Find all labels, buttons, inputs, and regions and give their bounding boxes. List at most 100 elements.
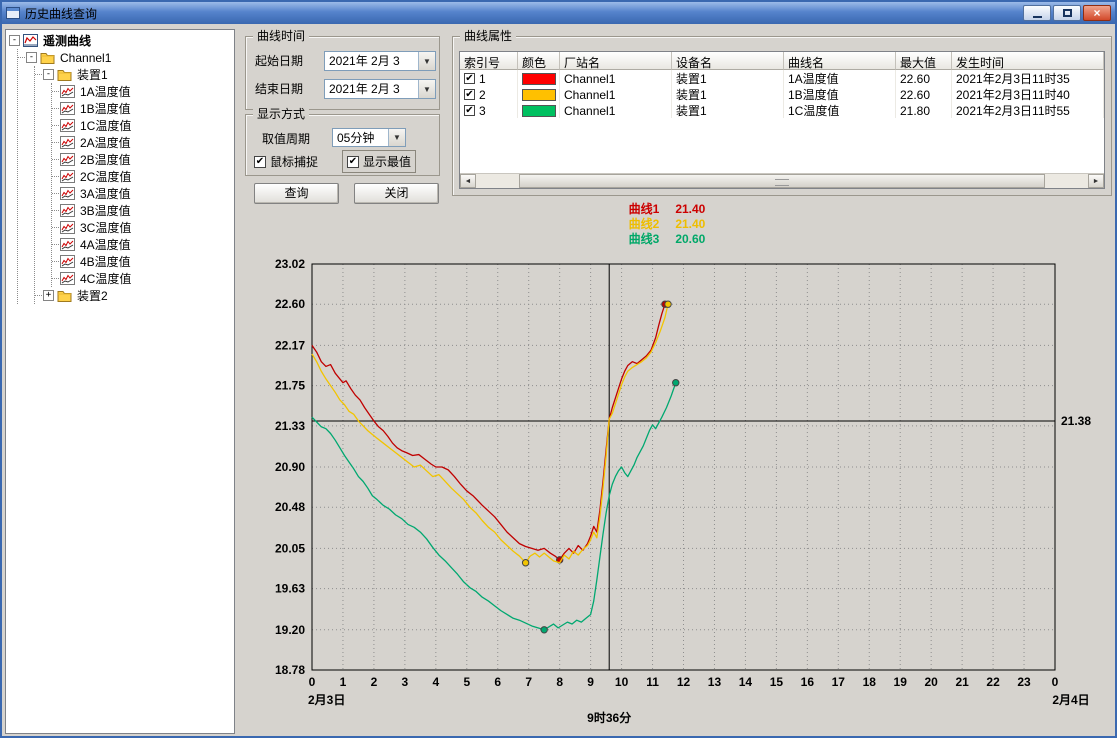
- row-index: 3: [479, 104, 486, 118]
- period-label: 取值周期: [262, 132, 310, 146]
- column-header-6[interactable]: 最大值: [896, 52, 952, 70]
- row-cell: 2021年2月3日11时40: [952, 86, 1104, 102]
- history-chart[interactable]: 18.7819.2019.6320.0520.4820.9021.3321.75…: [242, 252, 1114, 726]
- period-select[interactable]: 05分钟 ▼: [332, 128, 406, 147]
- checkbox-icon[interactable]: ✔: [347, 156, 359, 168]
- scrollbar-track[interactable]: [476, 174, 1088, 188]
- scroll-left-icon[interactable]: ◄: [460, 174, 476, 188]
- scroll-right-icon[interactable]: ►: [1088, 174, 1104, 188]
- expand-icon[interactable]: +: [43, 290, 54, 301]
- column-header-4[interactable]: 设备名: [672, 52, 784, 70]
- svg-text:14: 14: [739, 675, 753, 689]
- tree-item-Channel1[interactable]: - Channel1: [26, 49, 234, 66]
- column-header-3[interactable]: 厂站名: [560, 52, 672, 70]
- curve-icon: [60, 238, 75, 251]
- table-row[interactable]: ✔3Channel1装置11C温度值21.802021年2月3日11时55: [460, 102, 1104, 118]
- chevron-down-icon[interactable]: ▼: [418, 80, 435, 98]
- tree-item-装置1[interactable]: -装置1: [43, 66, 234, 83]
- tree-item-1A温度值[interactable]: 1A温度值: [60, 83, 234, 100]
- legend-value: 21.40: [675, 202, 705, 217]
- tree-item-4A温度值[interactable]: 4A温度值: [60, 236, 234, 253]
- tree-item-4C温度值[interactable]: 4C温度值: [60, 270, 234, 287]
- show-extreme-checkbox[interactable]: ✔ 显示最值: [342, 150, 416, 173]
- svg-text:9: 9: [587, 675, 594, 689]
- collapse-icon[interactable]: -: [9, 35, 20, 46]
- table-row[interactable]: ✔2Channel1装置11B温度值22.602021年2月3日11时40: [460, 86, 1104, 102]
- start-date-select[interactable]: 2021年 2月 3 ▼: [324, 51, 436, 71]
- curve-time-group-title: 曲线时间: [253, 29, 309, 43]
- column-header-1[interactable]: 索引号: [460, 52, 518, 70]
- svg-text:20.05: 20.05: [275, 541, 305, 555]
- legend-row-3: 曲线320.60: [629, 232, 706, 247]
- mouse-capture-checkbox[interactable]: ✔ 鼠标捕捉: [254, 153, 318, 170]
- close-dialog-button[interactable]: 关闭: [354, 183, 439, 204]
- curve-icon: [60, 170, 75, 183]
- svg-text:12: 12: [677, 675, 691, 689]
- svg-text:15: 15: [770, 675, 784, 689]
- tree-item-label: 装置2: [75, 287, 110, 304]
- tree-item-遥测曲线[interactable]: -遥测曲线: [9, 32, 234, 49]
- curve-icon: [60, 119, 75, 132]
- svg-text:18: 18: [863, 675, 877, 689]
- curve-icon: [60, 187, 75, 200]
- end-date-select[interactable]: 2021年 2月 3 ▼: [324, 79, 436, 99]
- tree-item-label: 3B温度值: [78, 202, 133, 219]
- tree-item-3B温度值[interactable]: 3B温度值: [60, 202, 234, 219]
- chevron-down-icon[interactable]: ▼: [418, 52, 435, 70]
- svg-text:16: 16: [801, 675, 815, 689]
- tree-item-装置2[interactable]: + 装置2: [43, 287, 234, 304]
- row-checkbox-cell[interactable]: ✔1: [460, 70, 518, 86]
- tree-item-label: 2A温度值: [78, 134, 133, 151]
- row-checkbox[interactable]: ✔: [464, 73, 475, 84]
- tree-children: 1A温度值1B温度值1C温度值2A温度值2B温度值2C温度值3A温度值3B温度值…: [51, 83, 234, 287]
- collapse-icon[interactable]: -: [26, 52, 37, 63]
- tree-item-3C温度值[interactable]: 3C温度值: [60, 219, 234, 236]
- tree-item-1B温度值[interactable]: 1B温度值: [60, 100, 234, 117]
- row-checkbox-cell[interactable]: ✔2: [460, 86, 518, 102]
- tree-item-2C温度值[interactable]: 2C温度值: [60, 168, 234, 185]
- table-hscrollbar[interactable]: ◄ ►: [460, 173, 1104, 188]
- row-checkbox[interactable]: ✔: [464, 105, 475, 116]
- row-checkbox-cell[interactable]: ✔3: [460, 102, 518, 118]
- maximize-button[interactable]: [1053, 5, 1081, 21]
- chart-grid: [312, 264, 1055, 670]
- tree-item-2A温度值[interactable]: 2A温度值: [60, 134, 234, 151]
- tree-item-label: 4A温度值: [78, 236, 133, 253]
- column-header-7[interactable]: 发生时间: [952, 52, 1104, 70]
- color-swatch: [522, 89, 556, 101]
- scrollbar-thumb[interactable]: [519, 174, 1045, 188]
- column-header-2[interactable]: 颜色: [518, 52, 560, 70]
- tree-item-4B温度值[interactable]: 4B温度值: [60, 253, 234, 270]
- tree-node: 4B温度值: [60, 253, 234, 270]
- collapse-icon[interactable]: -: [43, 69, 54, 80]
- chevron-down-icon[interactable]: ▼: [388, 129, 405, 146]
- close-button[interactable]: ×: [1083, 5, 1111, 21]
- svg-text:17: 17: [832, 675, 846, 689]
- checkbox-icon[interactable]: ✔: [254, 156, 266, 168]
- tree-item-1C温度值[interactable]: 1C温度值: [60, 117, 234, 134]
- query-button[interactable]: 查询: [254, 183, 339, 204]
- row-cell: 21.80: [896, 102, 952, 118]
- curve-attributes-table: 索引号颜色厂站名设备名曲线名最大值发生时间 ✔1Channel1装置11A温度值…: [459, 51, 1105, 189]
- cursor-time-label: 9时36分: [587, 710, 631, 725]
- display-mode-group-title: 显示方式: [253, 107, 309, 121]
- tree-node: 2B温度值: [60, 151, 234, 168]
- column-header-5[interactable]: 曲线名: [784, 52, 896, 70]
- window-title: 历史曲线查询: [25, 5, 1023, 22]
- row-cell: 22.60: [896, 70, 952, 86]
- svg-text:22.60: 22.60: [275, 297, 305, 311]
- legend-label: 曲线1: [629, 202, 660, 217]
- minimize-button[interactable]: [1023, 5, 1051, 21]
- tree-node: -遥测曲线-Channel1-装置11A温度值1B温度值1C温度值2A温度值2B…: [9, 32, 234, 304]
- row-cell: 装置1: [672, 70, 784, 86]
- table-row[interactable]: ✔1Channel1装置11A温度值22.602021年2月3日11时35: [460, 70, 1104, 86]
- tree-item-label: Channel1: [58, 51, 113, 65]
- titlebar: 历史曲线查询 ×: [2, 2, 1115, 24]
- row-checkbox[interactable]: ✔: [464, 89, 475, 100]
- tree-item-2B温度值[interactable]: 2B温度值: [60, 151, 234, 168]
- svg-text:22: 22: [986, 675, 1000, 689]
- curve-icon: [60, 136, 75, 149]
- chart-icon: [23, 34, 38, 47]
- tree-item-3A温度值[interactable]: 3A温度值: [60, 185, 234, 202]
- tree-node: 2A温度值: [60, 134, 234, 151]
